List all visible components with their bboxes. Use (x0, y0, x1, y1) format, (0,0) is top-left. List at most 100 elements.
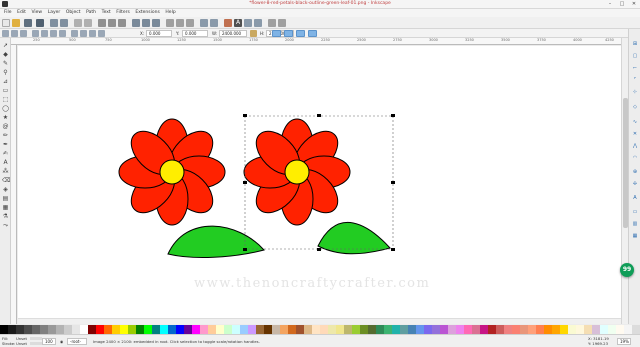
stroke-swatch[interactable] (30, 342, 42, 345)
menu-layer[interactable]: Layer (48, 9, 61, 17)
palette-swatch[interactable] (400, 325, 408, 334)
move-patterns-toggle[interactable] (308, 30, 317, 37)
text-font-icon[interactable]: A (234, 19, 242, 27)
palette-swatch[interactable] (64, 325, 72, 334)
palette-swatch[interactable] (480, 325, 488, 334)
palette-swatch[interactable] (32, 325, 40, 334)
snap-grid-icon[interactable]: ▥ (632, 221, 638, 227)
palette-swatch[interactable] (504, 325, 512, 334)
menu-view[interactable]: View (31, 9, 42, 17)
palette-swatch[interactable] (56, 325, 64, 334)
redo-icon[interactable] (84, 19, 92, 27)
palette-swatch[interactable] (552, 325, 560, 334)
pen-tool-icon[interactable]: ✒ (2, 141, 9, 148)
y-field[interactable]: 0.000 (182, 30, 208, 37)
palette-swatch[interactable] (224, 325, 232, 334)
snap-paths-icon[interactable]: ∿ (632, 119, 638, 125)
comment-button[interactable]: 99 (620, 263, 634, 277)
select-all-layers-icon[interactable] (11, 30, 18, 37)
layer-dropdown[interactable]: -root- (67, 338, 87, 345)
ungroup-icon[interactable] (210, 19, 218, 27)
palette-swatch[interactable] (304, 325, 312, 334)
drawing-canvas[interactable]: www.thenoncraftycrafter.com (18, 46, 621, 324)
snap-centers-icon[interactable]: ⊕ (632, 169, 638, 175)
lower-icon[interactable] (80, 30, 87, 37)
undo-icon[interactable] (74, 19, 82, 27)
lock-icon[interactable] (250, 30, 257, 37)
palette-swatch[interactable] (440, 325, 448, 334)
xml-editor-icon[interactable] (244, 19, 252, 27)
export-icon[interactable] (60, 19, 68, 27)
palette-swatch[interactable] (288, 325, 296, 334)
palette-swatch[interactable] (376, 325, 384, 334)
save-icon[interactable] (24, 19, 32, 27)
palette-swatch[interactable] (632, 325, 640, 334)
menu-path[interactable]: Path (86, 9, 96, 17)
palette-swatch[interactable] (248, 325, 256, 334)
palette-swatch[interactable] (488, 325, 496, 334)
snap-guide-icon[interactable]: ▦ (632, 233, 638, 239)
star-tool-icon[interactable]: ★ (2, 114, 9, 121)
spray-tool-icon[interactable]: ⁂ (2, 168, 9, 175)
palette-swatch[interactable] (128, 325, 136, 334)
palette-swatch[interactable] (256, 325, 264, 334)
menu-edit[interactable]: Edit (17, 9, 26, 17)
eye-icon[interactable]: ◉ (60, 339, 63, 344)
palette-swatch[interactable] (184, 325, 192, 334)
scale-stroke-toggle[interactable] (272, 30, 281, 37)
palette-swatch[interactable] (624, 325, 632, 334)
menu-text[interactable]: Text (102, 9, 111, 17)
zoom-drawing-icon[interactable] (142, 19, 150, 27)
snap-midpoints-icon[interactable]: ⊹ (632, 89, 638, 95)
palette-swatch[interactable] (320, 325, 328, 334)
flip-vertical-icon[interactable] (59, 30, 66, 37)
rotate-cw-icon[interactable] (41, 30, 48, 37)
palette-swatch[interactable] (88, 325, 96, 334)
palette-swatch[interactable] (16, 325, 24, 334)
palette-swatch[interactable] (280, 325, 288, 334)
palette-swatch[interactable] (232, 325, 240, 334)
palette-swatch[interactable] (464, 325, 472, 334)
palette-swatch[interactable] (272, 325, 280, 334)
palette-swatch[interactable] (608, 325, 616, 334)
palette-swatch[interactable] (200, 325, 208, 334)
snap-nodes-icon[interactable]: ◇ (632, 104, 638, 110)
palette-swatch[interactable] (136, 325, 144, 334)
palette-swatch[interactable] (296, 325, 304, 334)
palette-swatch[interactable] (48, 325, 56, 334)
zoom-page-icon[interactable] (152, 19, 160, 27)
snap-page-icon[interactable]: ▭ (632, 209, 638, 215)
node-tool-icon[interactable]: ◆ (2, 51, 9, 58)
eraser-tool-icon[interactable]: ⌫ (2, 177, 10, 184)
pencil-tool-icon[interactable]: ✏ (2, 132, 9, 139)
palette-swatch[interactable] (264, 325, 272, 334)
raise-to-top-icon[interactable] (98, 30, 105, 37)
palette-swatch[interactable] (384, 325, 392, 334)
deselect-icon[interactable] (20, 30, 27, 37)
palette-swatch[interactable] (432, 325, 440, 334)
fill-stroke-icon[interactable] (224, 19, 232, 27)
palette-swatch[interactable] (120, 325, 128, 334)
snap-bbox-icon[interactable]: ▢ (632, 53, 638, 59)
measure-tool-icon[interactable]: ⊿ (2, 78, 9, 85)
menu-file[interactable]: File (4, 9, 12, 17)
spiral-tool-icon[interactable]: @ (2, 123, 9, 130)
clone-icon[interactable] (176, 19, 184, 27)
horizontal-scrollbar[interactable] (18, 318, 621, 324)
palette-swatch[interactable] (216, 325, 224, 334)
group-icon[interactable] (200, 19, 208, 27)
palette-swatch[interactable] (408, 325, 416, 334)
minimize-icon[interactable]: – (604, 0, 616, 8)
text-tool-icon[interactable]: A (2, 159, 9, 166)
tweak-tool-icon[interactable]: ✎ (2, 60, 9, 67)
snap-intersections-icon[interactable]: ✕ (632, 131, 638, 137)
palette-swatch[interactable] (568, 325, 576, 334)
lower-to-bottom-icon[interactable] (71, 30, 78, 37)
print-icon[interactable] (36, 19, 44, 27)
palette-swatch[interactable] (144, 325, 152, 334)
select-all-icon[interactable] (2, 30, 9, 37)
flower-left[interactable] (118, 118, 265, 258)
box3d-tool-icon[interactable]: ⬚ (2, 96, 9, 103)
palette-swatch[interactable] (176, 325, 184, 334)
ellipse-tool-icon[interactable]: ◯ (2, 105, 9, 112)
